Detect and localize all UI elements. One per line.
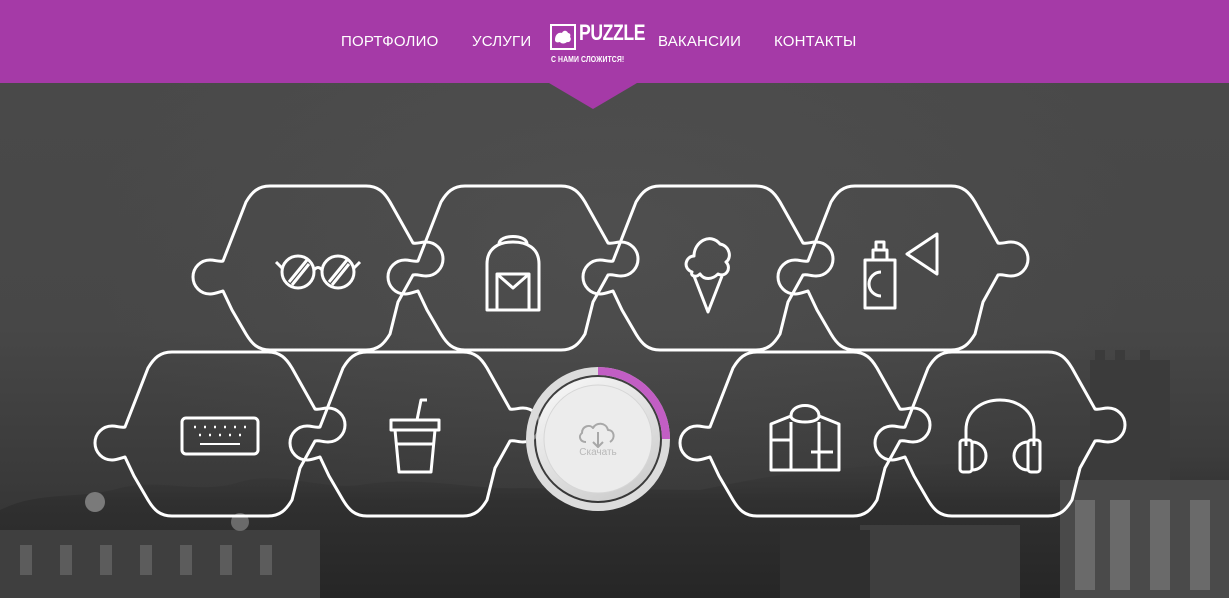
glasses-icon	[274, 254, 362, 290]
logo-name: PUZZLE	[579, 20, 646, 45]
nav-contacts-link[interactable]: КОНТАКТЫ	[774, 33, 857, 50]
drink-cup-icon	[389, 398, 441, 474]
backpack-icon	[485, 235, 541, 312]
puzzle-piece-glasses[interactable]	[191, 184, 445, 352]
puzzle-piece-headphones[interactable]	[873, 350, 1127, 518]
ice-cream-icon	[684, 237, 731, 314]
download-label: Скачать	[579, 447, 617, 458]
puzzle-logo[interactable]: PUZZLE С НАМИ СЛОЖИТСЯ!	[550, 21, 645, 66]
puzzle-piece-ice-cream[interactable]	[581, 184, 835, 352]
logo-puzzle-piece-icon	[550, 24, 576, 50]
nav-vacancies-link[interactable]: ВАКАНСИИ	[658, 33, 741, 50]
puzzle-piece-keyboard[interactable]	[93, 350, 347, 518]
nav-notch-pointer	[549, 83, 637, 109]
puzzle-piece-shirt[interactable]	[678, 350, 932, 518]
download-knob	[526, 367, 670, 511]
puzzle-piece-spray[interactable]	[776, 184, 1030, 352]
shirt-icon	[769, 404, 841, 472]
spray-can-icon	[863, 232, 939, 310]
keyboard-icon	[180, 416, 260, 456]
headphones-icon	[958, 398, 1042, 474]
nav-portfolio-link[interactable]: ПОРТФОЛИО	[341, 33, 438, 50]
top-navigation-bar: ПОРТФОЛИО УСЛУГИ ВАКАНСИИ КОНТАКТЫ PUZZL…	[0, 0, 1229, 83]
nav-services-link[interactable]: УСЛУГИ	[472, 33, 531, 50]
download-button[interactable]: Скачать	[522, 362, 676, 516]
logo-tagline: С НАМИ СЛОЖИТСЯ!	[551, 55, 625, 64]
puzzle-piece-backpack[interactable]	[386, 184, 640, 352]
puzzle-piece-drink[interactable]	[288, 350, 542, 518]
